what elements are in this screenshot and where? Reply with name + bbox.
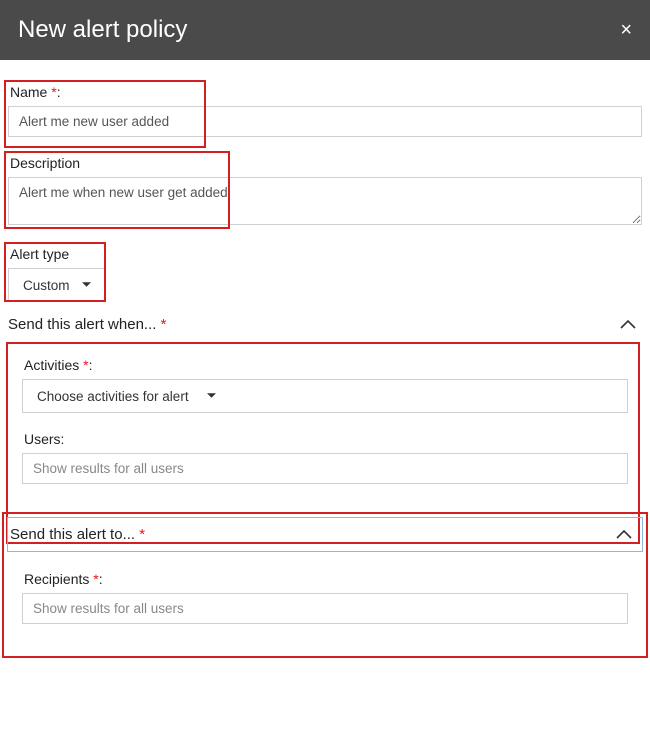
users-input[interactable]	[22, 453, 628, 484]
activities-dropdown[interactable]: Choose activities for alert	[22, 379, 628, 413]
section-to-body: Recipients *:	[8, 551, 642, 632]
alert-type-group: Alert type Custom	[8, 246, 642, 302]
section-when: Send this alert when... * Activities *: …	[8, 312, 642, 500]
activities-value: Choose activities for alert	[37, 389, 189, 404]
chevron-up-icon	[616, 530, 632, 540]
section-to-header[interactable]: Send this alert to... *	[8, 518, 642, 551]
section-to-title: Send this alert to... *	[10, 526, 145, 543]
description-label: Description	[8, 155, 642, 171]
alert-type-dropdown[interactable]: Custom	[8, 268, 106, 302]
name-label: Name *:	[8, 84, 642, 100]
dialog-header: New alert policy ×	[0, 0, 650, 60]
description-group: Description Alert me when new user get a…	[8, 155, 642, 228]
name-group: Name *:	[8, 84, 642, 137]
name-input[interactable]	[8, 106, 642, 137]
description-input[interactable]: Alert me when new user get added	[8, 177, 642, 225]
activities-label: Activities *:	[22, 357, 628, 373]
close-icon[interactable]: ×	[620, 19, 632, 42]
activities-group: Activities *: Choose activities for aler…	[22, 357, 628, 413]
dialog-title: New alert policy	[18, 16, 187, 44]
caret-down-icon	[82, 282, 91, 288]
alert-type-value: Custom	[23, 278, 70, 293]
recipients-group: Recipients *:	[22, 571, 628, 624]
users-label: Users:	[22, 431, 628, 447]
recipients-label: Recipients *:	[22, 571, 628, 587]
section-when-header[interactable]: Send this alert when... *	[8, 312, 642, 337]
recipients-input[interactable]	[22, 593, 628, 624]
caret-down-icon	[207, 393, 216, 399]
section-to: Send this alert to... * Recipients *:	[8, 518, 642, 632]
chevron-up-icon	[620, 320, 636, 330]
section-when-title: Send this alert when... *	[8, 316, 166, 333]
section-when-body: Activities *: Choose activities for aler…	[8, 337, 642, 500]
users-group: Users:	[22, 431, 628, 484]
alert-type-label: Alert type	[8, 246, 642, 262]
